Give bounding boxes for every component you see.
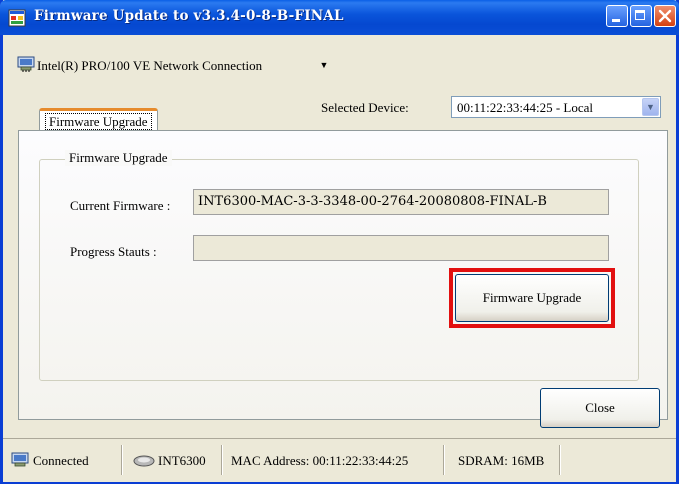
progress-status-label: Progress Stauts : (70, 244, 157, 259)
mac-address-status: MAC Address: 00:11:22:33:44:25 (231, 453, 409, 468)
maximize-icon (635, 10, 645, 20)
firmware-update-window: Firmware Update to v3.3.4-0-8-B-FINAL In… (0, 0, 679, 484)
title-bar[interactable]: Firmware Update to v3.3.4-0-8-B-FINAL (0, 0, 679, 35)
close-button-label: Close (585, 400, 615, 415)
status-separator (221, 445, 223, 475)
maximize-button[interactable] (630, 5, 652, 27)
close-icon (658, 9, 672, 23)
network-adapter-icon (17, 56, 35, 72)
current-firmware-field: INT6300-MAC-3-3-3348-00-2764-20080808-FI… (193, 189, 609, 215)
status-separator (443, 445, 445, 475)
sdram-status: SDRAM: 16MB (458, 453, 545, 468)
chip-icon (133, 455, 155, 467)
selected-device-value: 00:11:22:33:44:25 - Local (457, 100, 593, 115)
network-adapter-icon (11, 452, 29, 467)
tab-firmware-upgrade[interactable]: Firmware Upgrade (39, 108, 158, 130)
adapter-dropdown-button[interactable]: ▼ (315, 55, 333, 75)
groupbox-title: Firmware Upgrade (65, 150, 172, 166)
close-button[interactable]: Close (540, 388, 660, 428)
close-window-button[interactable] (654, 5, 676, 27)
chevron-down-icon: ▼ (646, 102, 655, 112)
current-firmware-label: Current Firmware : (70, 198, 171, 213)
selected-device-combo[interactable]: 00:11:22:33:44:25 - Local ▼ (451, 96, 661, 118)
dropdown-arrow-icon: ▼ (319, 60, 329, 70)
selected-device-label: Selected Device: (321, 100, 409, 115)
device-dropdown-button[interactable]: ▼ (642, 98, 659, 116)
window-title: Firmware Update to v3.3.4-0-8-B-FINAL (34, 8, 344, 24)
chip-status: INT6300 (158, 453, 206, 468)
status-separator (121, 445, 123, 475)
minimize-icon (612, 19, 620, 22)
app-icon (8, 9, 26, 27)
progress-status-field (193, 235, 609, 261)
current-firmware-value: INT6300-MAC-3-3-3348-00-2764-20080808-FI… (198, 194, 547, 209)
status-separator (559, 445, 561, 475)
tab-label: Firmware Upgrade (45, 113, 152, 130)
status-bar: Connected INT6300 MAC Address: 00:11:22:… (3, 438, 676, 482)
highlight-box (449, 268, 615, 328)
minimize-button[interactable] (606, 5, 628, 27)
adapter-selector[interactable]: Intel(R) PRO/100 VE Network Connection (37, 58, 262, 74)
connection-status: Connected (33, 453, 89, 468)
